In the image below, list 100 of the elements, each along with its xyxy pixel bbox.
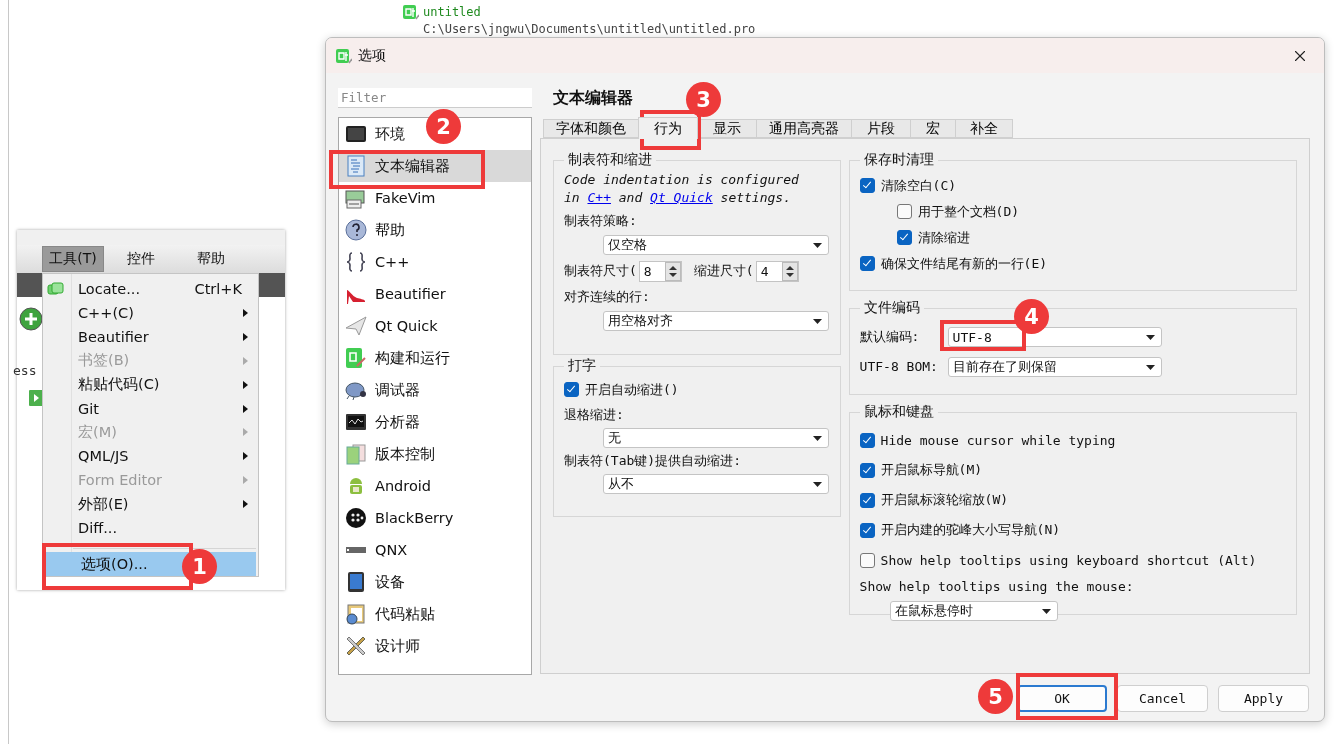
checkbox-label: 开启内建的驼峰大小写导航(N) (880, 521, 1061, 539)
play-icon[interactable] (29, 390, 43, 406)
checkbox-label: 开启鼠标导航(M) (880, 461, 983, 479)
menu-bar-item[interactable]: 帮助 (178, 246, 244, 272)
menu-bar-item[interactable]: 工具(T) (42, 246, 104, 272)
menu-item[interactable]: 粘贴代码(C) (43, 372, 258, 397)
app-logo-icon (336, 47, 352, 64)
caret-icon (813, 242, 822, 248)
tab[interactable]: 通用高亮器 (756, 119, 852, 138)
project-name: untitled (423, 4, 482, 21)
field-label: 默认编码: (859, 328, 921, 346)
group-title: 文件编码 (862, 299, 921, 317)
window-title: 选项 (358, 46, 387, 65)
category-item[interactable]: 版本控制 (339, 438, 439, 470)
category-item[interactable]: QNX (339, 534, 412, 566)
category-item[interactable]: Android (339, 470, 436, 502)
dropdown[interactable]: 仅空格 (603, 235, 829, 255)
category-item[interactable]: 调试器 (339, 374, 424, 406)
menu-item[interactable]: 外部(E) (43, 492, 258, 517)
tags-icon (47, 281, 65, 296)
checkbox[interactable] (896, 204, 912, 219)
submenu-arrow-icon (243, 404, 248, 413)
dialog-button[interactable]: Apply (1218, 685, 1309, 712)
dialog-button[interactable]: OK (1017, 685, 1107, 712)
number-field[interactable]: 4 (755, 260, 799, 282)
page-title: 文本编辑器 (553, 88, 633, 108)
small-logo-icon (344, 547, 368, 553)
caret-icon (813, 435, 822, 441)
checkbox-label: Show help tooltips using keyboard shortcut (Alt) (880, 552, 1257, 568)
menu-item[interactable]: QML/JS (43, 444, 258, 469)
caret-icon (1145, 334, 1155, 340)
category-item[interactable]: 环境 (339, 118, 409, 150)
category-item[interactable]: 分析器 (339, 406, 424, 438)
group-title: 制表符和缩进 (567, 151, 653, 169)
project-icon (403, 4, 419, 20)
field-label: 对齐连续的行: (564, 288, 651, 306)
field-label: 制表符策略: (564, 212, 638, 230)
category-item[interactable]: Beautifier (339, 278, 450, 310)
ruler-pencil-icon (344, 634, 368, 658)
group-title: 保存时清理 (862, 151, 935, 169)
submenu-arrow-icon (243, 476, 248, 485)
field-label: 缩进尺寸( (693, 262, 754, 280)
number-field[interactable]: 8 (638, 260, 682, 282)
category-item[interactable]: 帮助 (339, 214, 409, 246)
link[interactable]: C++ (587, 190, 611, 205)
dropdown[interactable]: 目前存在了则保留 (947, 357, 1162, 377)
category-item[interactable]: 设计师 (339, 630, 424, 662)
help-icon (344, 218, 368, 242)
checkbox[interactable] (859, 432, 875, 448)
dropdown[interactable]: 从不 (603, 474, 829, 494)
category-item[interactable]: 设备 (339, 566, 409, 598)
dropdown[interactable]: 在鼠标悬停时 (889, 601, 1058, 621)
dialog-button[interactable]: Cancel (1117, 685, 1208, 712)
category-item[interactable]: FakeVim (339, 182, 440, 214)
project-path: C:\Users\jngwu\Documents\untitled\untitled.pro (423, 21, 756, 38)
menu-item[interactable]: Git (43, 396, 258, 421)
dropdown[interactable]: UTF-8 (947, 327, 1162, 347)
checkbox[interactable] (859, 522, 875, 538)
tab[interactable]: 行为 (638, 117, 698, 139)
checkbox-label: Hide mouse cursor while typing (880, 432, 1116, 448)
spinner-arrows-icon[interactable] (781, 261, 798, 281)
submenu-arrow-icon (243, 428, 248, 437)
tab[interactable]: 补全 (955, 119, 1013, 138)
menu-item[interactable]: C++(C) (43, 300, 258, 325)
files-icon (344, 442, 368, 466)
category-item[interactable]: C++ (339, 246, 414, 278)
menu-item[interactable]: Diff... (43, 516, 258, 541)
link[interactable]: Qt Quick (650, 190, 713, 205)
checkbox[interactable] (859, 492, 875, 508)
group-title: 打字 (567, 357, 597, 375)
checkbox-label: 确保文件结尾有新的一行(E) (880, 254, 1048, 273)
field-label: 制表符尺寸( (564, 262, 637, 280)
field-label: UTF-8 BOM: (859, 358, 939, 376)
spinner-arrows-icon[interactable] (664, 261, 681, 281)
checkbox[interactable] (859, 552, 875, 568)
tab[interactable]: 片段 (851, 119, 911, 138)
filter-field[interactable]: Filter (338, 88, 532, 108)
menu-item[interactable]: Beautifier (43, 324, 258, 349)
category-item[interactable]: Qt Quick (339, 310, 442, 342)
dropdown[interactable]: 无 (603, 428, 829, 448)
tab[interactable]: 字体和颜色 (543, 119, 639, 138)
checkbox[interactable] (564, 382, 579, 397)
category-item[interactable]: 构建和运行 (339, 342, 454, 374)
tab[interactable]: 宏 (910, 119, 956, 138)
plus-icon[interactable] (19, 307, 43, 331)
cut-text: ess (13, 363, 37, 378)
field-label: Show help tooltips using the mouse: (859, 578, 1135, 596)
menu-bar-item[interactable]: 控件 (108, 246, 174, 272)
checkbox[interactable] (859, 178, 875, 193)
category-item[interactable]: 代码粘贴 (339, 598, 439, 630)
paper-plane-icon (344, 314, 368, 338)
group-title: 鼠标和键盘 (862, 403, 935, 421)
checkbox[interactable] (859, 256, 875, 271)
category-item[interactable]: BlackBerry (339, 502, 458, 534)
menu-item[interactable]: Locate... Ctrl+K (43, 277, 258, 301)
checkbox[interactable] (859, 462, 875, 478)
checkbox-label: 清除缩进 (917, 228, 970, 247)
caret-icon (813, 481, 822, 487)
checkbox[interactable] (896, 230, 912, 245)
dropdown[interactable]: 用空格对齐 (603, 311, 829, 331)
